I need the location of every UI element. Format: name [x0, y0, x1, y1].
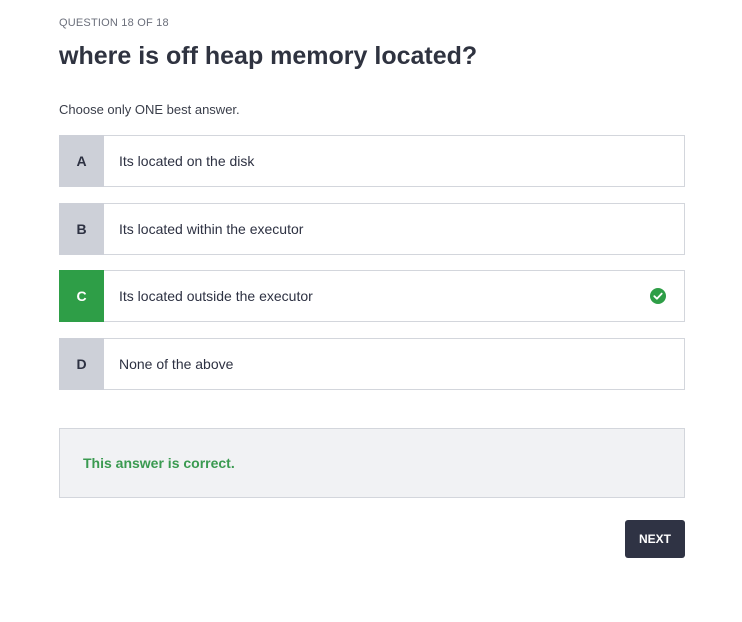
next-button[interactable]: NEXT	[625, 520, 685, 558]
option-text: Its located outside the executor	[119, 288, 313, 304]
option-letter: D	[59, 338, 104, 390]
option-letter: B	[59, 203, 104, 255]
question-progress: QUESTION 18 OF 18	[59, 17, 169, 29]
option-d[interactable]: D None of the above	[59, 338, 685, 390]
instruction-text: Choose only ONE best answer.	[59, 102, 240, 117]
question-title: where is off heap memory located?	[59, 42, 478, 70]
option-a[interactable]: A Its located on the disk	[59, 135, 685, 187]
answer-feedback: This answer is correct.	[59, 428, 685, 498]
option-letter: C	[59, 270, 104, 322]
check-circle-icon	[650, 288, 666, 304]
feedback-text: This answer is correct.	[83, 455, 235, 471]
option-text: None of the above	[119, 356, 234, 372]
option-text: Its located on the disk	[119, 153, 255, 169]
option-b[interactable]: B Its located within the executor	[59, 203, 685, 255]
answer-options: A Its located on the disk B Its located …	[59, 135, 685, 406]
option-letter: A	[59, 135, 104, 187]
option-c[interactable]: C Its located outside the executor	[59, 270, 685, 322]
option-text: Its located within the executor	[119, 221, 304, 237]
